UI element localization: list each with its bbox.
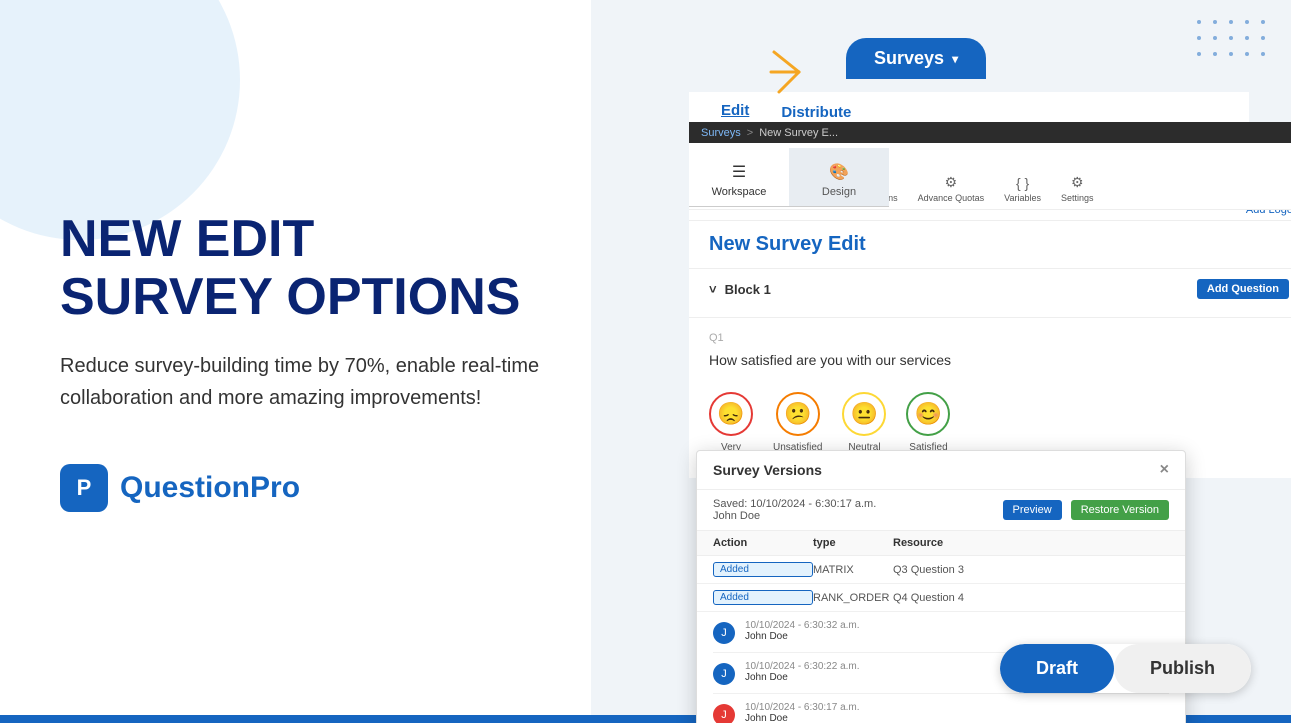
versions-header: Survey Versions ×: [697, 451, 1185, 490]
version-user-3: John Doe: [745, 713, 860, 723]
block-header: ˅ Block 1 Add Question: [709, 279, 1289, 299]
restore-btn[interactable]: Restore Version: [1071, 500, 1169, 520]
logo-area: P QuestionPro: [60, 464, 560, 512]
versions-close-btn[interactable]: ×: [1160, 461, 1169, 479]
variables-label: Variables: [1004, 193, 1041, 203]
design-label: Design: [822, 186, 856, 198]
table-row: Added RANK_ORDER Q4 Question 4: [697, 584, 1185, 612]
settings-label: Settings: [1061, 193, 1094, 203]
version-user-1: John Doe: [745, 631, 860, 642]
emoji-neutral: 😐 Neutral: [842, 392, 886, 453]
breadcrumb-sep: >: [747, 127, 753, 139]
col-action: Action: [713, 537, 813, 549]
advance-quotas-label: Advance Quotas: [918, 193, 985, 203]
avatar-2: J: [713, 663, 735, 685]
version-time-1: 10/10/2024 - 6:30:32 a.m.: [745, 620, 860, 631]
version-info-3: 10/10/2024 - 6:30:17 a.m. John Doe: [745, 702, 860, 723]
breadcrumb-current: New Survey E...: [759, 127, 838, 139]
table-row: Added MATRIX Q3 Question 3: [697, 556, 1185, 584]
surveys-tab[interactable]: Surveys ▾: [846, 38, 986, 79]
emoji-face-1: 😞: [709, 392, 753, 436]
type-2: RANK_ORDER: [813, 592, 893, 604]
draft-btn[interactable]: Draft: [1000, 644, 1114, 693]
version-info-2: 10/10/2024 - 6:30:22 a.m. John Doe: [745, 661, 860, 683]
dot-grid: [1197, 20, 1271, 62]
survey-title: New Survey Edit: [709, 233, 1289, 256]
emoji-very-dissatisfied: 😞 Very: [709, 392, 753, 453]
surveys-caret: ▾: [952, 52, 958, 66]
emoji-face-3: 😐: [842, 392, 886, 436]
advance-quotas-btn[interactable]: ⚙ Advance Quotas: [918, 174, 985, 203]
surveys-tab-label: Surveys: [874, 48, 944, 69]
version-user-2: John Doe: [745, 672, 860, 683]
question-text: How satisfied are you with our services: [709, 352, 1289, 368]
left-content: NEW EDIT SURVEY OPTIONS Reduce survey-bu…: [60, 211, 560, 511]
versions-saved-user: John Doe: [713, 510, 760, 522]
version-info-1: 10/10/2024 - 6:30:32 a.m. John Doe: [745, 620, 860, 642]
left-section: NEW EDIT SURVEY OPTIONS Reduce survey-bu…: [0, 0, 620, 723]
headline-line2: SURVEY OPTIONS: [60, 268, 520, 326]
col-resource: Resource: [893, 537, 1169, 549]
headline: NEW EDIT SURVEY OPTIONS: [60, 211, 560, 325]
emoji-satisfied: 😊 Satisfied: [906, 392, 950, 453]
resource-1: Q3 Question 3: [893, 564, 1169, 576]
col-type: type: [813, 537, 893, 549]
variables-icon: { }: [1016, 175, 1029, 191]
block-label: Block 1: [725, 282, 771, 297]
survey-title-area: New Survey Edit: [689, 221, 1291, 269]
emoji-dissatisfied: 😕 Unsatisfied: [773, 392, 822, 453]
workspace-tab[interactable]: ☰ Workspace: [689, 148, 789, 206]
versions-title: Survey Versions: [713, 462, 822, 478]
versions-saved-text: Saved: 10/10/2024 - 6:30:17 a.m.: [713, 498, 876, 510]
list-item: J 10/10/2024 - 6:30:17 a.m. John Doe: [713, 694, 1169, 723]
block-area: ˅ Block 1 Add Question: [689, 269, 1291, 318]
versions-info: Saved: 10/10/2024 - 6:30:17 a.m. John Do…: [697, 490, 1185, 531]
logo-icon: P: [60, 464, 108, 512]
subtext: Reduce survey-building time by 70%, enab…: [60, 350, 540, 414]
orange-rays: [769, 42, 829, 102]
avatar-3: J: [713, 704, 735, 723]
versions-table-header: Action type Resource: [697, 531, 1185, 556]
emoji-face-4: 😊: [906, 392, 950, 436]
workspace-icon: ☰: [697, 162, 781, 182]
badge-added-1: Added: [713, 562, 813, 577]
preview-btn[interactable]: Preview: [1003, 500, 1062, 520]
workspace-design-tabs: ☰ Workspace 🎨 Design: [689, 148, 889, 207]
draft-publish-bar: Draft Publish: [1000, 644, 1251, 693]
resource-2: Q4 Question 4: [893, 592, 1169, 604]
logo-text: QuestionPro: [120, 471, 300, 505]
type-1: MATRIX: [813, 564, 893, 576]
variables-btn[interactable]: { } Variables: [1004, 175, 1041, 203]
add-question-btn[interactable]: Add Question: [1197, 279, 1289, 299]
question-label: Q1: [709, 332, 1289, 344]
design-icon: 🎨: [797, 162, 881, 182]
settings-icon: ⚙: [1071, 174, 1084, 191]
versions-action-btns: Preview Restore Version: [1003, 500, 1169, 520]
workspace-label: Workspace: [712, 186, 767, 198]
advance-quotas-icon: ⚙: [945, 174, 958, 191]
deco-circle: [0, 0, 240, 240]
breadcrumb-surveys[interactable]: Surveys: [701, 127, 741, 139]
design-tab[interactable]: 🎨 Design: [789, 148, 889, 206]
versions-saved-info: Saved: 10/10/2024 - 6:30:17 a.m. John Do…: [713, 498, 876, 522]
badge-added-2: Added: [713, 590, 813, 605]
main-content: Add Logo New Survey Edit ˅ Block 1 Add Q…: [689, 200, 1291, 478]
settings-btn[interactable]: ⚙ Settings: [1061, 174, 1094, 203]
headline-line1: NEW EDIT: [60, 210, 314, 268]
block-collapse-icon[interactable]: ˅: [709, 282, 717, 297]
logo-pro: Pro: [250, 471, 300, 504]
emoji-face-2: 😕: [776, 392, 820, 436]
logo-question: Question: [120, 471, 250, 504]
right-section: Surveys ▾ Edit Distribute Surveys > New …: [591, 0, 1291, 723]
avatar-1: J: [713, 622, 735, 644]
breadcrumb-bar: Surveys > New Survey E...: [689, 122, 1291, 144]
version-time-3: 10/10/2024 - 6:30:17 a.m.: [745, 702, 860, 713]
version-time-2: 10/10/2024 - 6:30:22 a.m.: [745, 661, 860, 672]
publish-btn[interactable]: Publish: [1114, 644, 1251, 693]
